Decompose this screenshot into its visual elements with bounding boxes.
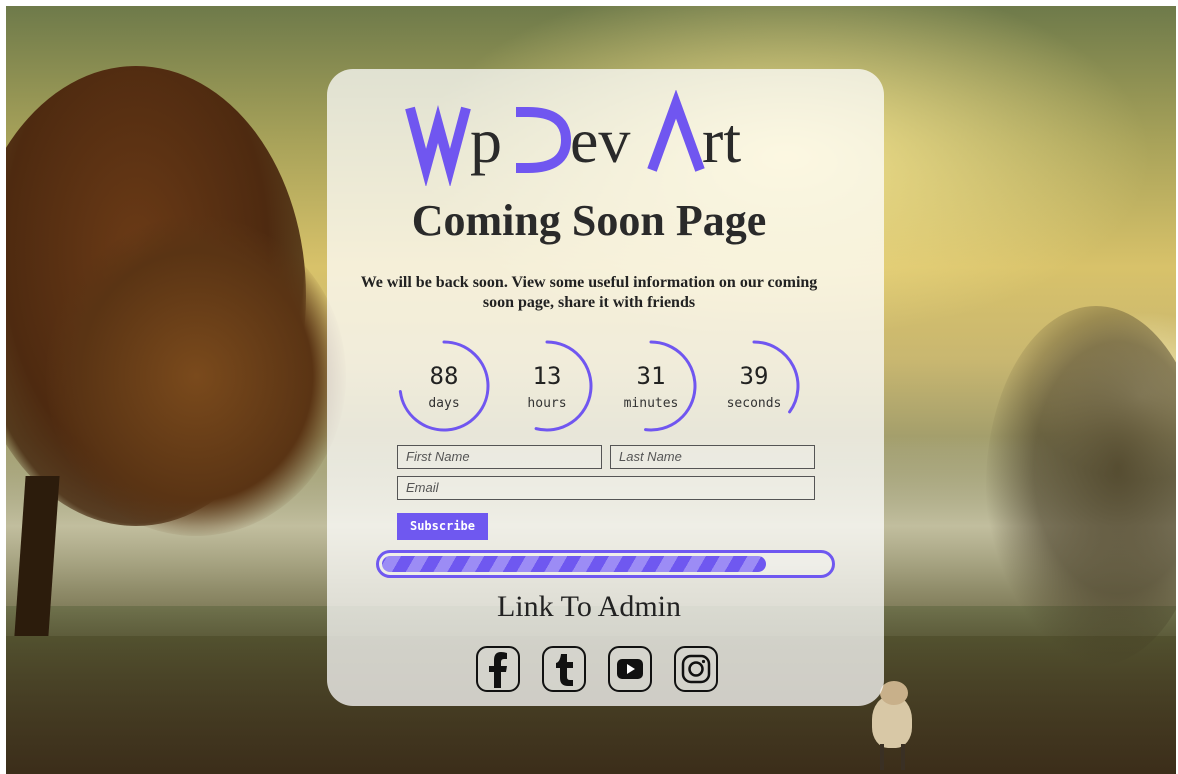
social-links [476, 646, 722, 696]
progress-bar-fill [382, 556, 766, 572]
progress-bar [376, 550, 835, 578]
svg-text:ev: ev [570, 105, 630, 176]
last-name-input[interactable]: Last Name [610, 445, 815, 469]
countdown-days: 88 days [398, 340, 490, 432]
countdown-minutes-value: 31 [636, 362, 666, 390]
countdown-timer: 88 days 13 hours 31 minutes 39 seconds [398, 340, 808, 432]
countdown-hours: 13 hours [501, 340, 593, 432]
page-description: We will be back soon. View some useful i… [0, 273, 1178, 313]
countdown-seconds: 39 seconds [708, 340, 800, 432]
countdown-days-value: 88 [429, 362, 459, 390]
svg-text:p: p [470, 105, 502, 176]
page-title: Coming Soon Page [411, 196, 767, 245]
countdown-seconds-value: 39 [739, 362, 769, 390]
first-name-input[interactable]: First Name [397, 445, 602, 469]
countdown-hours-label: hours [527, 396, 567, 411]
email-input[interactable]: Email [397, 476, 815, 500]
countdown-minutes-label: minutes [623, 396, 679, 411]
countdown-hours-value: 13 [532, 362, 562, 390]
countdown-seconds-label: seconds [726, 396, 782, 411]
countdown-days-label: days [428, 396, 460, 411]
instagram-icon[interactable] [674, 646, 718, 692]
description-line-1: We will be back soon. View some useful i… [360, 274, 818, 291]
svg-text:rt: rt [702, 105, 741, 176]
subscribe-button[interactable]: Subscribe [397, 513, 488, 540]
facebook-icon[interactable] [476, 646, 520, 692]
description-line-2: soon page, share it with friends [482, 294, 696, 311]
youtube-icon[interactable] [608, 646, 652, 692]
admin-link[interactable]: Link To Admin [0, 590, 1178, 624]
wpdevart-logo[interactable]: p ev rt [0, 90, 1178, 186]
tumblr-icon[interactable] [542, 646, 586, 692]
countdown-minutes: 31 minutes [605, 340, 697, 432]
